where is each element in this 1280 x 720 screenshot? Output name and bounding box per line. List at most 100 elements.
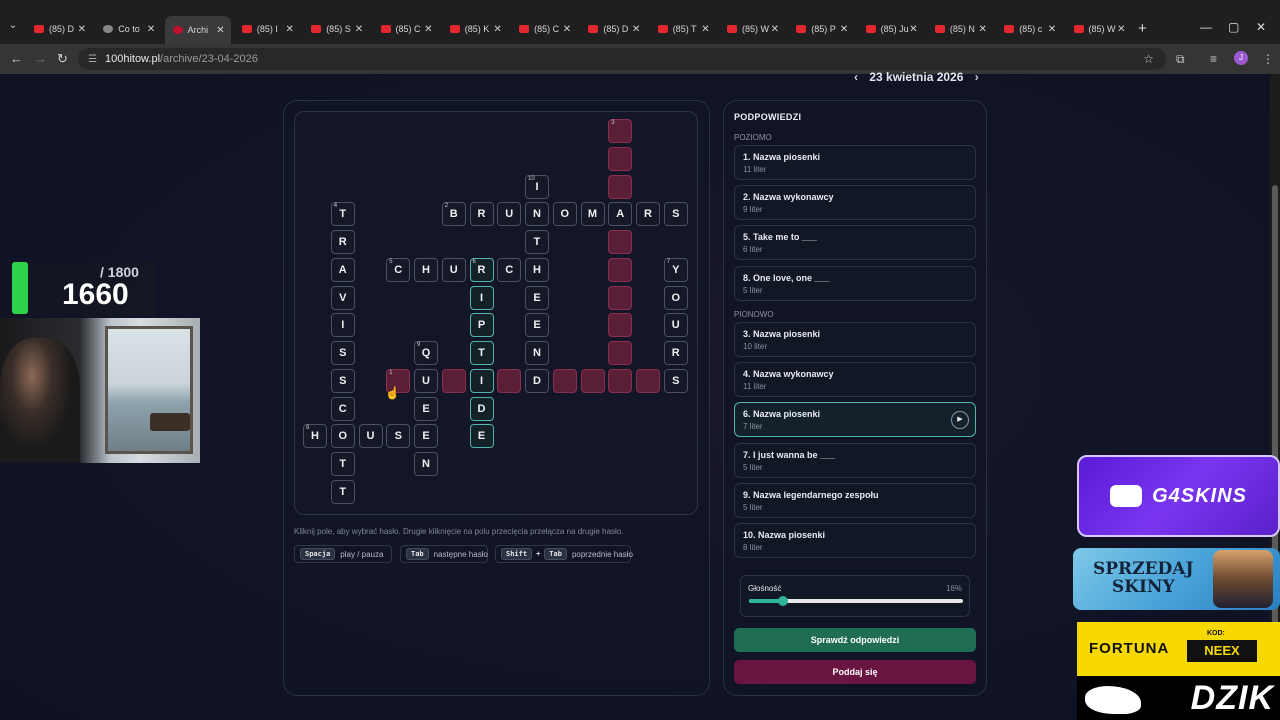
crossword-cell[interactable]: V bbox=[330, 285, 355, 310]
url-input[interactable]: ☰ 100hitow.pl/archive/23-04-2026 ☆ bbox=[78, 48, 1166, 70]
crossword-cell[interactable] bbox=[580, 368, 605, 393]
maximize-icon[interactable]: ▢ bbox=[1228, 20, 1239, 34]
crossword-cell[interactable]: O bbox=[663, 285, 688, 310]
crossword-cell[interactable]: 6R bbox=[469, 257, 494, 282]
crossword-cell[interactable]: 3 bbox=[608, 119, 633, 143]
crossword-cell[interactable]: E bbox=[525, 285, 549, 310]
site-info-icon[interactable]: ☰ bbox=[88, 54, 97, 65]
crossword-cell[interactable]: C bbox=[497, 257, 522, 282]
browser-tab[interactable]: (85) C ✕ bbox=[373, 18, 439, 40]
clue-item[interactable]: 4. Nazwa wykonawcy 11 liter bbox=[734, 362, 976, 398]
crossword-cell[interactable]: S bbox=[663, 368, 688, 393]
crossword-cell[interactable] bbox=[608, 146, 633, 171]
crossword-cell[interactable]: C bbox=[330, 396, 355, 421]
browser-tab[interactable]: (85) c ✕ bbox=[996, 18, 1062, 40]
close-tab-icon[interactable]: ✕ bbox=[1117, 24, 1125, 35]
close-tab-icon[interactable]: ✕ bbox=[909, 24, 917, 35]
volume-knob[interactable] bbox=[778, 596, 789, 606]
clue-item[interactable]: 6. Nazwa piosenki 7 liter ▶ bbox=[734, 402, 976, 438]
clue-item[interactable]: 5. Take me to ___ 6 liter bbox=[734, 225, 976, 261]
browser-tab[interactable]: (85) S ✕ bbox=[303, 18, 369, 40]
profile-avatar[interactable]: J bbox=[1234, 51, 1248, 65]
crossword-cell[interactable]: A bbox=[608, 202, 633, 227]
crossword-cell[interactable]: U bbox=[663, 313, 688, 338]
clue-item[interactable]: 3. Nazwa piosenki 10 liter bbox=[734, 322, 976, 357]
crossword-cell[interactable]: R bbox=[469, 202, 494, 227]
crossword-cell[interactable]: N bbox=[525, 341, 549, 365]
crossword-cell[interactable]: I bbox=[330, 313, 355, 338]
crossword-cell[interactable] bbox=[497, 368, 522, 393]
crossword-cell[interactable]: O bbox=[330, 424, 355, 449]
crossword-cell[interactable]: U bbox=[441, 257, 466, 282]
volume-slider[interactable] bbox=[749, 596, 963, 606]
clue-item[interactable]: 1. Nazwa piosenki 11 liter bbox=[734, 145, 976, 180]
reload-icon[interactable]: ↻ bbox=[57, 51, 68, 67]
close-window-icon[interactable]: ✕ bbox=[1256, 20, 1266, 34]
crossword-cell[interactable]: T bbox=[330, 479, 355, 504]
forward-icon[interactable]: → bbox=[34, 51, 47, 66]
crossword-cell[interactable] bbox=[608, 313, 633, 338]
bookmark-star-icon[interactable]: ☆ bbox=[1143, 52, 1154, 66]
crossword-cell[interactable]: E bbox=[469, 424, 494, 449]
browser-tab[interactable]: (85) P ✕ bbox=[788, 18, 854, 40]
close-tab-icon[interactable]: ✕ bbox=[979, 24, 987, 35]
browser-tab[interactable]: (85) I ✕ bbox=[234, 18, 300, 40]
browser-tab[interactable]: Co to ✕ bbox=[95, 18, 161, 40]
browser-tab[interactable]: Archi ✕ bbox=[164, 16, 231, 44]
crossword-cell[interactable]: T bbox=[525, 230, 549, 254]
browser-tab[interactable]: (85) C ✕ bbox=[511, 18, 577, 40]
crossword-cell[interactable]: S bbox=[330, 341, 355, 365]
crossword-cell[interactable]: R bbox=[330, 230, 355, 254]
crossword-cell[interactable]: N bbox=[525, 202, 549, 227]
next-day-icon[interactable]: › bbox=[975, 70, 979, 84]
crossword-cell[interactable]: T bbox=[469, 341, 494, 365]
browser-tab[interactable]: (85) Ju ✕ bbox=[858, 18, 924, 40]
minimize-icon[interactable]: — bbox=[1200, 20, 1212, 34]
crossword-cell[interactable]: E bbox=[414, 396, 438, 421]
new-tab-icon[interactable]: + bbox=[1138, 20, 1147, 37]
crossword-cell[interactable]: U bbox=[358, 424, 383, 449]
tab-search-icon[interactable]: ⌄ bbox=[6, 20, 20, 34]
crossword-cell[interactable]: M bbox=[580, 202, 605, 227]
crossword-cell[interactable]: D bbox=[525, 368, 549, 393]
browser-menu-icon[interactable]: ⋮ bbox=[1262, 52, 1274, 66]
crossword-cell[interactable]: U bbox=[414, 368, 438, 393]
crossword-cell[interactable] bbox=[636, 368, 660, 393]
browser-tab[interactable]: (85) K ✕ bbox=[442, 18, 508, 40]
browser-tab[interactable]: (85) T ✕ bbox=[650, 18, 716, 40]
crossword-cell[interactable]: 5C bbox=[386, 257, 411, 282]
extensions-icon[interactable]: ⧉ bbox=[1176, 52, 1185, 67]
crossword-cell[interactable] bbox=[552, 368, 577, 393]
crossword-cell[interactable] bbox=[608, 285, 633, 310]
crossword-cell[interactable]: 4T bbox=[330, 202, 355, 227]
crossword-cell[interactable]: 2B bbox=[441, 202, 466, 227]
close-tab-icon[interactable]: ✕ bbox=[771, 24, 779, 35]
media-controls-icon[interactable]: ≡ bbox=[1210, 52, 1217, 66]
close-tab-icon[interactable]: ✕ bbox=[216, 25, 224, 36]
crossword-cell[interactable] bbox=[608, 174, 633, 199]
crossword-cell[interactable]: 7Y bbox=[663, 257, 688, 282]
crossword-cell[interactable] bbox=[608, 257, 633, 282]
crossword-cell[interactable]: N bbox=[414, 452, 438, 476]
crossword-cell[interactable]: H bbox=[414, 257, 438, 282]
close-tab-icon[interactable]: ✕ bbox=[563, 24, 571, 35]
crossword-cell[interactable]: 10 I bbox=[525, 174, 549, 199]
crossword-cell[interactable]: R bbox=[663, 341, 688, 365]
crossword-cell[interactable]: A bbox=[330, 257, 355, 282]
close-tab-icon[interactable]: ✕ bbox=[632, 24, 640, 35]
close-tab-icon[interactable]: ✕ bbox=[355, 24, 363, 35]
crossword-cell[interactable]: R bbox=[636, 202, 660, 227]
give-up-button[interactable]: Poddaj się bbox=[734, 660, 976, 684]
crossword-cell[interactable] bbox=[608, 368, 633, 393]
crossword-cell[interactable]: D bbox=[469, 396, 494, 421]
crossword-cell[interactable]: S bbox=[330, 368, 355, 393]
clue-item[interactable]: 10. Nazwa piosenki 8 liter bbox=[734, 523, 976, 558]
close-tab-icon[interactable]: ✕ bbox=[840, 24, 848, 35]
crossword-cell[interactable] bbox=[441, 368, 466, 393]
crossword-cell[interactable]: I bbox=[469, 368, 494, 393]
check-answers-button[interactable]: Sprawdź odpowiedzi bbox=[734, 628, 976, 652]
close-tab-icon[interactable]: ✕ bbox=[701, 24, 709, 35]
close-tab-icon[interactable]: ✕ bbox=[286, 24, 294, 35]
crossword-cell[interactable]: 9Q bbox=[414, 341, 438, 365]
crossword-cell[interactable]: S bbox=[386, 424, 411, 449]
